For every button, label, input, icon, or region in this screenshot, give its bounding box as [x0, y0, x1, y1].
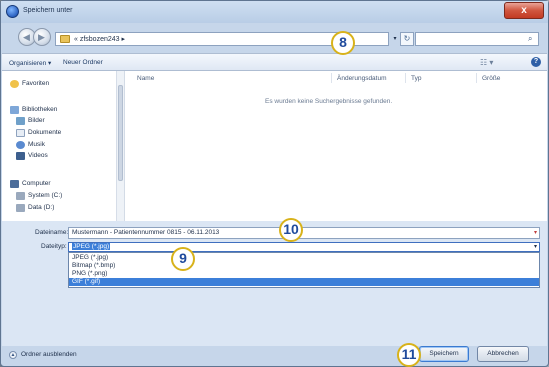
title-bar: Speichern unter x	[1, 1, 548, 23]
save-as-dialog: Speichern unter x ◀ ▶ « zfsbozen243 ▸ ▾ …	[0, 0, 549, 367]
filetype-chevron-down-icon[interactable]: ▾	[534, 243, 537, 251]
filetype-label: Dateityp:	[41, 243, 67, 250]
organize-menu-button[interactable]: Organisieren ▾	[9, 59, 51, 67]
view-options-icon[interactable]: ☷ ▾	[480, 58, 493, 67]
address-history-chevron-down-icon[interactable]: ▾	[390, 32, 400, 46]
command-bar: Organisieren ▾ Neuer Ordner ☷ ▾ ?	[2, 53, 547, 71]
column-header-name[interactable]: Name	[137, 75, 154, 82]
computer-icon	[10, 180, 19, 188]
hide-folders-toggle[interactable]: ▲ Ordner ausblenden	[9, 350, 99, 360]
save-button[interactable]: Speichern	[419, 346, 469, 362]
folder-icon	[60, 35, 70, 43]
filetype-select[interactable]: JPEG (*.jpg) ▾	[68, 242, 540, 252]
sidebar-item-pictures[interactable]: Bilder	[28, 117, 45, 124]
sidebar-scrollbar[interactable]	[116, 71, 124, 221]
close-button[interactable]: x	[504, 2, 544, 19]
drive-d-icon	[16, 204, 25, 212]
documents-icon	[16, 129, 25, 137]
filename-chevron-down-icon[interactable]: ▾	[534, 228, 537, 238]
step-callout-11: 11	[397, 343, 421, 367]
back-arrow-icon: ◀	[23, 32, 30, 42]
new-folder-button[interactable]: Neuer Ordner	[63, 59, 103, 66]
file-list: Name Änderungsdatum Typ Größe Es wurden …	[125, 71, 547, 221]
forward-button[interactable]: ▶	[33, 28, 51, 46]
sidebar-item-videos[interactable]: Videos	[28, 152, 48, 159]
help-icon[interactable]: ?	[531, 57, 541, 67]
filename-field[interactable]: Mustermann - Patientennummer 0815 - 06.1…	[68, 227, 540, 239]
sidebar-item-drive-c[interactable]: System (C:)	[28, 192, 62, 199]
sidebar-item-documents[interactable]: Dokumente	[28, 129, 61, 136]
column-header-size[interactable]: Größe	[482, 75, 500, 82]
cancel-button[interactable]: Abbrechen	[477, 346, 529, 362]
filetype-option[interactable]: PNG (*.png)	[69, 270, 539, 278]
search-input[interactable]: ⌕	[415, 32, 539, 46]
sidebar-item-computer[interactable]: Computer	[22, 180, 51, 187]
empty-results-message: Es wurden keine Suchergebnisse gefunden.	[265, 98, 393, 105]
step-callout-9: 9	[171, 247, 195, 271]
drive-c-icon	[16, 192, 25, 200]
sidebar-scroll-thumb[interactable]	[118, 85, 123, 181]
step-callout-10: 10	[279, 218, 303, 242]
filename-value: Mustermann - Patientennummer 0815 - 06.1…	[72, 229, 220, 236]
filetype-option[interactable]: JPEG (*.jpg)	[69, 254, 539, 262]
sidebar-item-favorites[interactable]: Favoriten	[22, 80, 49, 87]
search-icon: ⌕	[528, 34, 533, 43]
library-icon	[10, 106, 19, 114]
videos-icon	[16, 152, 25, 160]
column-divider	[331, 73, 332, 83]
filetype-option-highlighted[interactable]: GIF (*.gif)	[69, 278, 539, 286]
star-icon	[10, 80, 19, 88]
sidebar-item-drive-d[interactable]: Data (D:)	[28, 204, 54, 211]
window-title: Speichern unter	[23, 7, 73, 14]
filetype-dropdown-list: JPEG (*.jpg) Bitmap (*.bmp) PNG (*.png) …	[68, 252, 540, 288]
filename-label: Dateiname:	[35, 229, 69, 236]
filetype-selected-value: JPEG (*.jpg)	[72, 243, 111, 250]
chevron-up-icon: ▲	[9, 351, 17, 359]
filetype-option[interactable]: Bitmap (*.bmp)	[69, 262, 539, 270]
column-header-date[interactable]: Änderungsdatum	[337, 75, 387, 82]
column-divider	[476, 73, 477, 83]
column-header-type[interactable]: Typ	[411, 75, 421, 82]
refresh-button[interactable]: ↻	[400, 32, 414, 46]
sidebar-item-libraries[interactable]: Bibliotheken	[22, 106, 57, 113]
sidebar-item-music[interactable]: Musik	[28, 141, 45, 148]
pictures-icon	[16, 117, 25, 125]
music-icon	[16, 141, 25, 149]
step-callout-8: 8	[331, 31, 355, 55]
column-divider	[405, 73, 406, 83]
app-icon	[6, 5, 19, 18]
hide-folders-label: Ordner ausblenden	[21, 351, 77, 358]
navigation-pane: Favoriten Bibliotheken Bilder Dokumente …	[2, 71, 125, 221]
breadcrumb[interactable]: « zfsbozen243 ▸	[74, 35, 125, 43]
forward-arrow-icon: ▶	[38, 32, 45, 42]
